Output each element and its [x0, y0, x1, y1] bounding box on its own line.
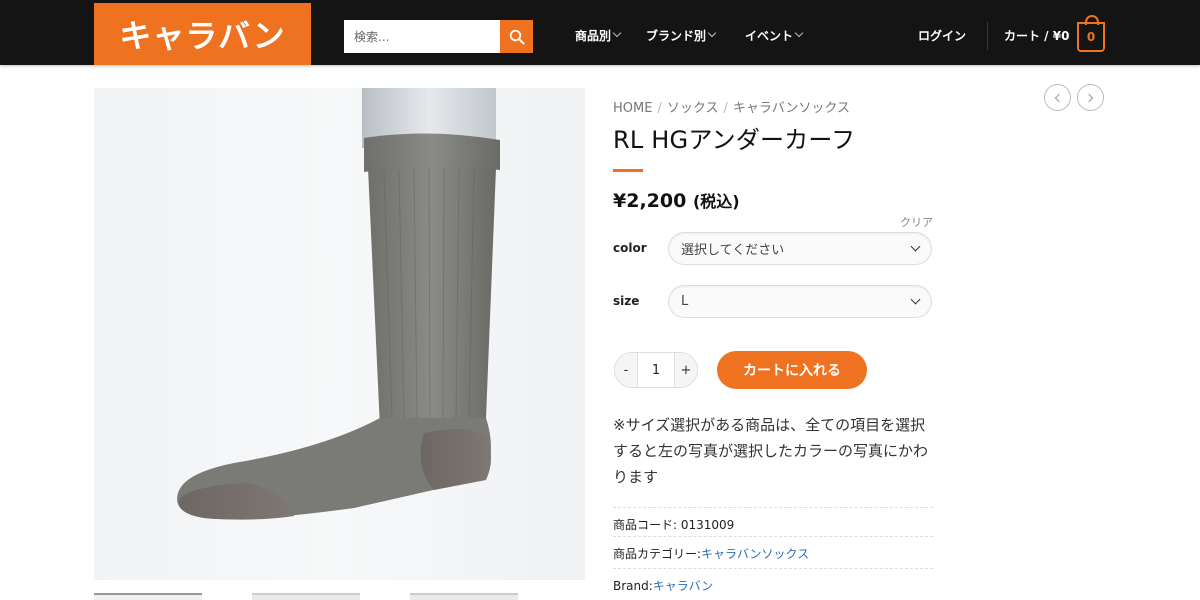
- search-icon: [509, 29, 524, 44]
- nav-products[interactable]: 商品別: [575, 27, 622, 44]
- breadcrumb-caravan-socks[interactable]: キャラバンソックス: [733, 101, 850, 116]
- nav-brands[interactable]: ブランド別: [646, 27, 717, 44]
- color-label: color: [613, 241, 647, 255]
- login-label: ログイン: [918, 29, 967, 43]
- nav-products-label: 商品別: [575, 29, 612, 43]
- breadcrumb-socks[interactable]: ソックス: [667, 101, 719, 116]
- quantity-stepper: - 1 +: [614, 352, 698, 388]
- breadcrumb: HOME / ソックス / キャラバンソックス: [613, 97, 850, 116]
- chevron-down-icon: [612, 28, 622, 37]
- add-to-cart-label: カートに入れる: [743, 363, 841, 379]
- cart-count: 0: [1086, 30, 1096, 44]
- site-header: キャラバン 商品別 ブランド別 イベント ログイン カート / ¥0 0: [0, 0, 1200, 65]
- quantity-input[interactable]: 1: [637, 353, 675, 387]
- product-price: ¥2,200 (税込): [613, 188, 740, 212]
- breadcrumb-separator: /: [657, 101, 662, 116]
- cart-link[interactable]: カート / ¥0: [1004, 27, 1069, 44]
- chevron-down-icon: [910, 294, 921, 305]
- color-select-value: 選択してください: [681, 243, 785, 258]
- search-button[interactable]: [500, 20, 533, 53]
- product-code: 商品コード: 0131009: [613, 507, 933, 533]
- thumbnail[interactable]: [94, 593, 202, 600]
- cart-icon[interactable]: 0: [1077, 15, 1105, 52]
- chevron-left-icon: [1054, 93, 1064, 102]
- product-category: 商品カテゴリー:キャラバンソックス: [613, 536, 933, 562]
- size-select[interactable]: L: [668, 285, 932, 318]
- quantity-decrease-button[interactable]: -: [615, 353, 637, 387]
- search-input[interactable]: [344, 20, 500, 53]
- thumbnail[interactable]: [252, 593, 360, 600]
- product-title: RL HGアンダーカーフ: [613, 126, 856, 154]
- header-divider: [987, 22, 988, 50]
- cart-label: カート / ¥0: [1004, 29, 1070, 43]
- size-select-value: L: [681, 294, 689, 309]
- product-code-label: 商品コード:: [613, 518, 678, 532]
- login-link[interactable]: ログイン: [918, 27, 966, 44]
- variation-note: ※サイズ選択がある商品は、全ての項目を選択すると左の写真が選択したカラーの写真に…: [613, 416, 929, 486]
- add-to-cart-button[interactable]: カートに入れる: [717, 351, 867, 389]
- product-category-label: 商品カテゴリー:: [613, 547, 702, 561]
- color-select[interactable]: 選択してください: [668, 232, 932, 265]
- nav-brands-label: ブランド別: [646, 29, 707, 43]
- price-amount: ¥2,200: [613, 190, 687, 212]
- next-product-button[interactable]: [1077, 84, 1104, 111]
- chevron-right-icon: [1084, 93, 1094, 102]
- logo-text: キャラバン: [119, 17, 286, 55]
- size-label: size: [613, 294, 640, 308]
- product-brand: Brand:キャラバン: [613, 568, 933, 594]
- sock-image: [177, 88, 500, 520]
- product-image[interactable]: [94, 88, 585, 580]
- title-divider: [613, 169, 643, 172]
- product-code-value: 0131009: [680, 518, 735, 532]
- quantity-increase-button[interactable]: +: [675, 353, 697, 387]
- nav-events[interactable]: イベント: [745, 27, 804, 44]
- clear-options-link[interactable]: クリア: [900, 214, 933, 230]
- chevron-down-icon: [794, 28, 804, 37]
- chevron-down-icon: [910, 241, 921, 252]
- chevron-down-icon: [707, 28, 717, 37]
- product-brand-link[interactable]: キャラバン: [653, 579, 713, 593]
- search-form: [344, 20, 533, 53]
- thumbnail-strip: [94, 593, 585, 600]
- breadcrumb-home[interactable]: HOME: [613, 101, 652, 116]
- prev-product-button[interactable]: [1044, 84, 1071, 111]
- breadcrumb-separator: /: [723, 101, 728, 116]
- product-category-link[interactable]: キャラバンソックス: [701, 547, 809, 561]
- price-tax-note: (税込): [692, 192, 740, 211]
- thumbnail[interactable]: [410, 593, 518, 600]
- product-brand-label: Brand:: [613, 579, 653, 593]
- site-logo[interactable]: キャラバン: [94, 3, 311, 65]
- nav-events-label: イベント: [745, 29, 794, 43]
